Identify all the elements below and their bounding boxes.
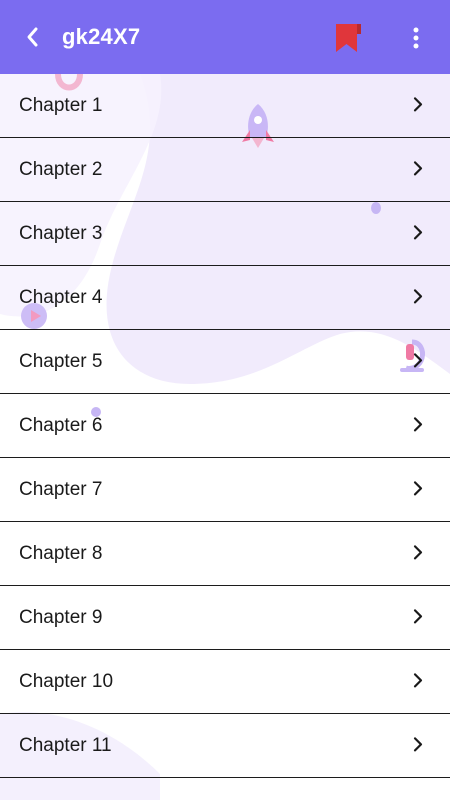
chevron-right-icon — [413, 672, 423, 688]
app-screen: gk24X7 Chapter 1 Chapter 2 Chapter 3 Cha… — [0, 0, 450, 800]
chapter-list-item[interactable]: Chapter 1 — [0, 74, 450, 138]
chapter-list-item[interactable]: Chapter 5 — [0, 330, 450, 394]
chapter-list-item[interactable]: Chapter 11 — [0, 714, 450, 778]
chevron-right-icon — [413, 480, 423, 495]
chevron-right-icon — [413, 288, 423, 303]
chevron-right-icon — [413, 416, 423, 431]
back-button[interactable] — [18, 23, 46, 51]
chapter-list-item[interactable]: Chapter 8 — [0, 522, 450, 586]
chevron-right-icon — [413, 352, 423, 367]
chapter-label: Chapter 7 — [19, 478, 103, 500]
app-bar: gk24X7 — [0, 0, 450, 74]
bookmark-icon — [336, 24, 361, 52]
chapter-list-item[interactable]: Chapter 9 — [0, 586, 450, 650]
more-options-button[interactable] — [404, 24, 428, 52]
chapter-label: Chapter 1 — [19, 94, 103, 116]
chapter-label: Chapter 4 — [19, 286, 103, 308]
chapter-list-item[interactable]: Chapter 6 — [0, 394, 450, 458]
chapter-list-item[interactable]: Chapter 4 — [0, 266, 450, 330]
chevron-right-icon — [413, 160, 423, 175]
chapter-label: Chapter 2 — [19, 158, 103, 180]
chapter-list-item[interactable]: Chapter 7 — [0, 458, 450, 522]
bookmark-button[interactable] — [333, 22, 363, 54]
chevron-right-icon — [413, 544, 423, 560]
chapter-label: Chapter 6 — [19, 414, 103, 436]
chapter-label: Chapter 9 — [19, 606, 103, 628]
chapter-label: Chapter 8 — [19, 542, 103, 564]
chapter-list-item[interactable]: Chapter 2 — [0, 138, 450, 202]
chapter-label: Chapter 5 — [19, 350, 103, 372]
chapter-label: Chapter 3 — [19, 222, 103, 244]
chapter-label: Chapter 10 — [19, 670, 114, 692]
chevron-right-icon — [413, 224, 423, 239]
chapter-list-item[interactable]: Chapter 10 — [0, 650, 450, 714]
chevron-right-icon — [413, 736, 423, 752]
chapter-list-item[interactable]: Chapter 3 — [0, 202, 450, 266]
chevron-left-icon — [27, 27, 38, 47]
page-title: gk24X7 — [62, 24, 141, 49]
chapter-list: Chapter 1 Chapter 2 Chapter 3 Chapter 4 … — [0, 74, 450, 778]
chevron-right-icon — [413, 96, 423, 112]
chapter-label: Chapter 11 — [19, 734, 112, 756]
more-vertical-icon — [413, 27, 419, 49]
chevron-right-icon — [413, 608, 423, 624]
